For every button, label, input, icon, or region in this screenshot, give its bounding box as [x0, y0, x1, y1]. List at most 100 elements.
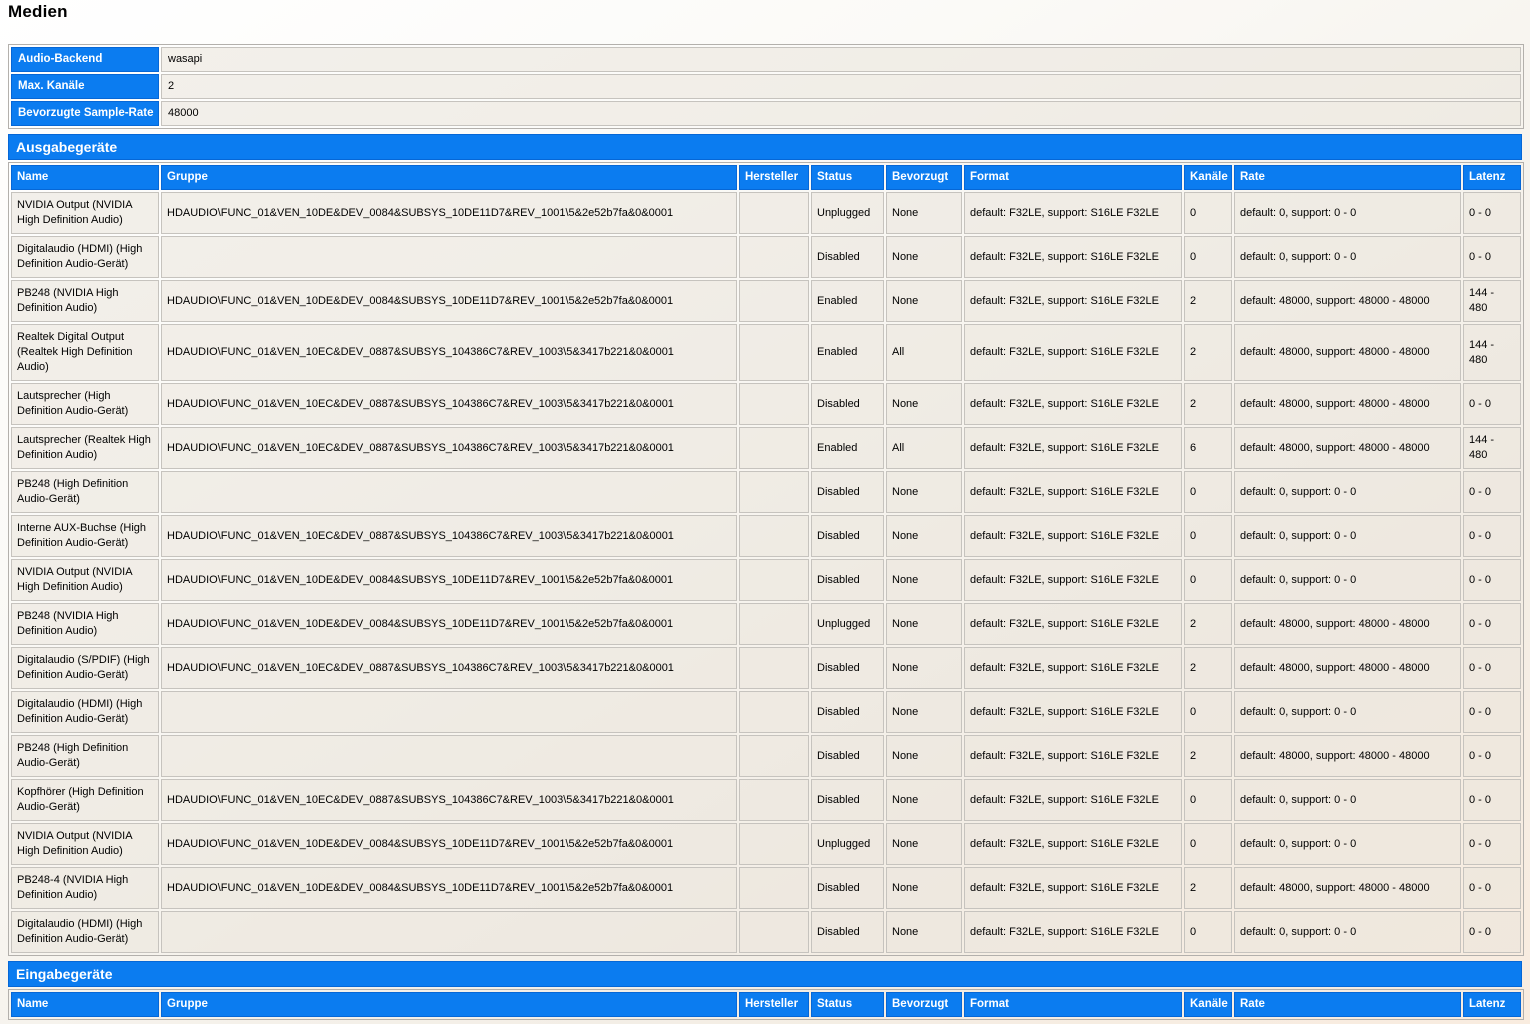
cell-bevorzugt: None: [886, 779, 962, 821]
cell-hersteller: [739, 735, 809, 777]
column-header-rate: Rate: [1234, 992, 1461, 1017]
cell-gruppe: HDAUDIO\FUNC_01&VEN_10DE&DEV_0084&SUBSYS…: [161, 280, 737, 322]
cell-bevorzugt: None: [886, 603, 962, 645]
cell-bevorzugt: None: [886, 823, 962, 865]
cell-hersteller: [739, 603, 809, 645]
cell-hersteller: [739, 427, 809, 469]
cell-rate: default: 0, support: 0 - 0: [1234, 823, 1461, 865]
cell-status: Enabled: [811, 324, 884, 381]
table-row: Digitalaudio (HDMI) (High Definition Aud…: [11, 691, 1521, 733]
cell-hersteller: [739, 823, 809, 865]
cell-format: default: F32LE, support: S16LE F32LE: [964, 867, 1182, 909]
cell-format: default: F32LE, support: S16LE F32LE: [964, 324, 1182, 381]
cell-bevorzugt: None: [886, 735, 962, 777]
cell-kanaele: 0: [1184, 236, 1232, 278]
cell-kanaele: 0: [1184, 823, 1232, 865]
cell-kanaele: 2: [1184, 324, 1232, 381]
cell-rate: default: 0, support: 0 - 0: [1234, 471, 1461, 513]
cell-kanaele: 2: [1184, 383, 1232, 425]
cell-name: Interne AUX-Buchse (High Definition Audi…: [11, 515, 159, 557]
cell-latenz: 0 - 0: [1463, 515, 1521, 557]
table-row: NVIDIA Output (NVIDIA High Definition Au…: [11, 559, 1521, 601]
info-table-body: Audio-BackendwasapiMax. Kanäle2Bevorzugt…: [11, 47, 1521, 126]
cell-status: Disabled: [811, 471, 884, 513]
page-title: Medien: [8, 2, 1522, 22]
cell-bevorzugt: None: [886, 471, 962, 513]
table-row: Lautsprecher (Realtek High Definition Au…: [11, 427, 1521, 469]
table-row: Digitalaudio (HDMI) (High Definition Aud…: [11, 236, 1521, 278]
cell-name: Kopfhörer (High Definition Audio-Gerät): [11, 779, 159, 821]
table-row: Realtek Digital Output (Realtek High Def…: [11, 324, 1521, 381]
cell-bevorzugt: All: [886, 324, 962, 381]
cell-hersteller: [739, 324, 809, 381]
cell-kanaele: 2: [1184, 647, 1232, 689]
table-row: PB248 (High Definition Audio-Gerät)Disab…: [11, 471, 1521, 513]
cell-format: default: F32LE, support: S16LE F32LE: [964, 911, 1182, 953]
cell-hersteller: [739, 867, 809, 909]
cell-hersteller: [739, 471, 809, 513]
cell-bevorzugt: None: [886, 192, 962, 234]
cell-status: Unplugged: [811, 823, 884, 865]
cell-latenz: 0 - 0: [1463, 691, 1521, 733]
table-row: NVIDIA Output (NVIDIA High Definition Au…: [11, 192, 1521, 234]
cell-latenz: 144 - 480: [1463, 280, 1521, 322]
cell-bevorzugt: None: [886, 236, 962, 278]
table-row: Kopfhörer (High Definition Audio-Gerät)H…: [11, 779, 1521, 821]
cell-format: default: F32LE, support: S16LE F32LE: [964, 427, 1182, 469]
output-table-body: NVIDIA Output (NVIDIA High Definition Au…: [11, 192, 1521, 953]
table-row: PB248-4 (NVIDIA High Definition Audio)HD…: [11, 867, 1521, 909]
cell-format: default: F32LE, support: S16LE F32LE: [964, 823, 1182, 865]
column-header-gruppe: Gruppe: [161, 165, 737, 190]
cell-latenz: 144 - 480: [1463, 324, 1521, 381]
cell-name: PB248 (NVIDIA High Definition Audio): [11, 603, 159, 645]
column-header-bevorzugt: Bevorzugt: [886, 992, 962, 1017]
cell-name: Realtek Digital Output (Realtek High Def…: [11, 324, 159, 381]
column-header-bevorzugt: Bevorzugt: [886, 165, 962, 190]
cell-name: Digitalaudio (HDMI) (High Definition Aud…: [11, 911, 159, 953]
column-header-rate: Rate: [1234, 165, 1461, 190]
cell-rate: default: 48000, support: 48000 - 48000: [1234, 383, 1461, 425]
cell-hersteller: [739, 779, 809, 821]
cell-format: default: F32LE, support: S16LE F32LE: [964, 192, 1182, 234]
cell-gruppe: HDAUDIO\FUNC_01&VEN_10EC&DEV_0887&SUBSYS…: [161, 779, 737, 821]
cell-gruppe: [161, 911, 737, 953]
cell-hersteller: [739, 647, 809, 689]
cell-format: default: F32LE, support: S16LE F32LE: [964, 383, 1182, 425]
info-label: Bevorzugte Sample-Rate: [11, 101, 159, 126]
cell-gruppe: [161, 735, 737, 777]
cell-latenz: 0 - 0: [1463, 559, 1521, 601]
cell-kanaele: 0: [1184, 911, 1232, 953]
cell-bevorzugt: None: [886, 867, 962, 909]
cell-latenz: 0 - 0: [1463, 911, 1521, 953]
cell-status: Disabled: [811, 559, 884, 601]
cell-gruppe: [161, 471, 737, 513]
cell-format: default: F32LE, support: S16LE F32LE: [964, 603, 1182, 645]
cell-format: default: F32LE, support: S16LE F32LE: [964, 471, 1182, 513]
info-row: Audio-Backendwasapi: [11, 47, 1521, 72]
table-row: Lautsprecher (High Definition Audio-Gerä…: [11, 383, 1521, 425]
cell-kanaele: 6: [1184, 427, 1232, 469]
cell-format: default: F32LE, support: S16LE F32LE: [964, 779, 1182, 821]
cell-status: Disabled: [811, 383, 884, 425]
cell-bevorzugt: None: [886, 559, 962, 601]
cell-bevorzugt: None: [886, 515, 962, 557]
cell-kanaele: 0: [1184, 471, 1232, 513]
media-diagnostics-page: Medien Audio-BackendwasapiMax. Kanäle2Be…: [0, 0, 1530, 1020]
cell-name: Digitalaudio (HDMI) (High Definition Aud…: [11, 236, 159, 278]
table-row: PB248 (NVIDIA High Definition Audio)HDAU…: [11, 280, 1521, 322]
cell-rate: default: 0, support: 0 - 0: [1234, 911, 1461, 953]
column-header-kanaele: Kanäle: [1184, 165, 1232, 190]
cell-status: Disabled: [811, 867, 884, 909]
table-row: PB248 (High Definition Audio-Gerät)Disab…: [11, 735, 1521, 777]
cell-hersteller: [739, 192, 809, 234]
cell-name: Digitalaudio (HDMI) (High Definition Aud…: [11, 691, 159, 733]
cell-gruppe: HDAUDIO\FUNC_01&VEN_10DE&DEV_0084&SUBSYS…: [161, 867, 737, 909]
cell-hersteller: [739, 236, 809, 278]
column-header-latenz: Latenz: [1463, 165, 1521, 190]
cell-kanaele: 2: [1184, 735, 1232, 777]
cell-rate: default: 0, support: 0 - 0: [1234, 515, 1461, 557]
cell-kanaele: 0: [1184, 559, 1232, 601]
cell-bevorzugt: All: [886, 427, 962, 469]
cell-rate: default: 0, support: 0 - 0: [1234, 236, 1461, 278]
cell-latenz: 0 - 0: [1463, 471, 1521, 513]
